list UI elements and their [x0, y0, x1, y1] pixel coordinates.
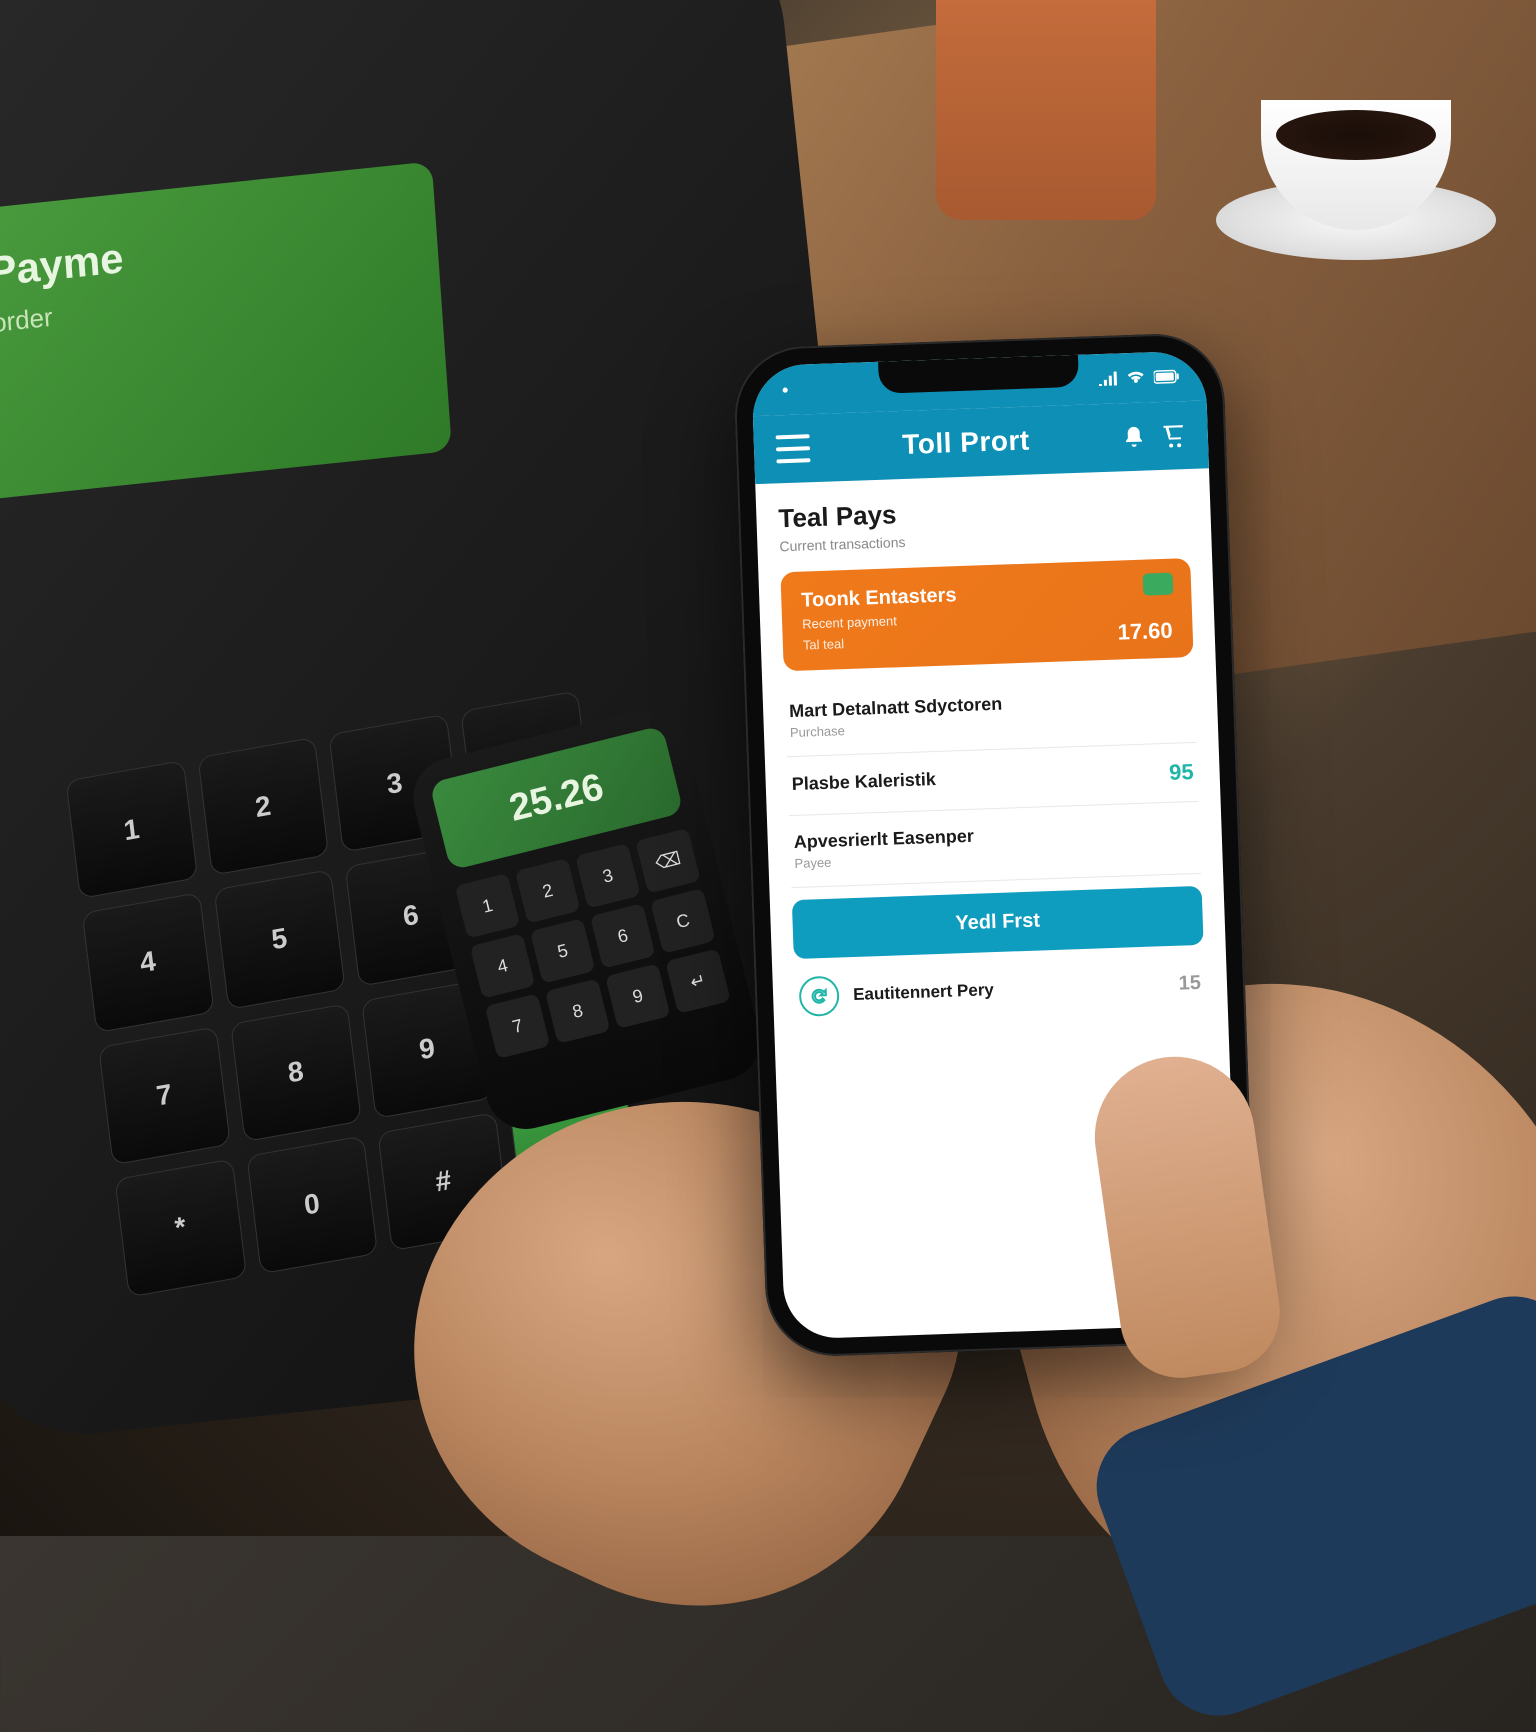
footer-value: 15	[1178, 971, 1201, 995]
item-title: Apvesrierlt Easenper	[793, 826, 974, 853]
card-amount: 17.60	[1117, 618, 1173, 646]
app-title: Toll Prort	[902, 425, 1030, 461]
plant-pot	[936, 0, 1156, 220]
refresh-icon	[798, 976, 839, 1017]
status-left: •	[782, 379, 789, 400]
coffee-cup	[1216, 60, 1496, 260]
item-title: Plasbe Kaleristik	[791, 769, 936, 795]
background-scene: Payme order 123— 456↵ 789C *0#OK 25.26 1…	[0, 0, 1536, 1536]
signal-icon	[1098, 371, 1118, 386]
battery-icon	[1154, 369, 1180, 384]
cart-icon[interactable]	[1161, 423, 1186, 448]
list-item[interactable]: Apvesrierlt Easenper Payee	[789, 802, 1201, 888]
wifi-icon	[1126, 370, 1146, 385]
bell-icon[interactable]	[1121, 424, 1146, 449]
featured-card[interactable]: Toonk Entasters Recent payment Tal teal …	[780, 558, 1193, 671]
item-value: 95	[1169, 759, 1194, 786]
item-subtitle: Purchase	[790, 718, 1003, 740]
menu-icon[interactable]	[776, 434, 811, 463]
item-subtitle: Payee	[794, 850, 975, 871]
terminal-screen: Payme order	[0, 161, 452, 501]
footer-label: Eautitennert Pery	[853, 980, 994, 1005]
card-badge-icon	[1143, 573, 1174, 596]
